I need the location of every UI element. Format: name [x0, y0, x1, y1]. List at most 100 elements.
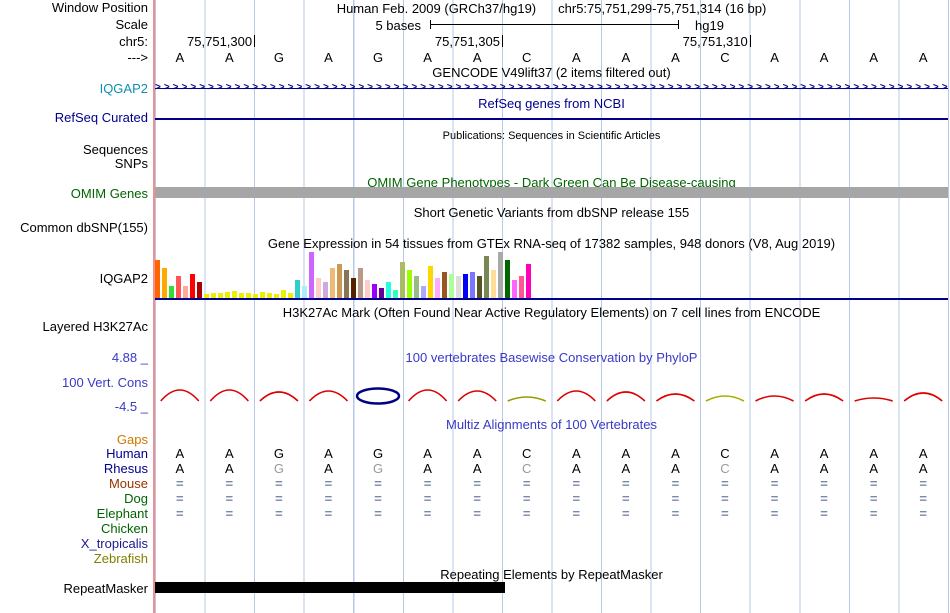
align-elephant-unalignable-16: = — [919, 506, 928, 521]
gtex-bar-5 — [183, 286, 188, 298]
species-label-chicken[interactable]: Chicken — [0, 522, 148, 536]
track-label-gencode-iqgap2[interactable]: IQGAP2 — [0, 82, 148, 96]
scale-assembly: hg19 — [695, 18, 724, 33]
gtex-bar-44 — [456, 276, 461, 298]
track-label-refseq[interactable]: RefSeq Curated — [0, 111, 148, 125]
align-rhesus-base-8: C — [522, 461, 532, 476]
refseq-gene-line[interactable] — [155, 118, 948, 120]
phylop-arc-14 — [804, 393, 844, 402]
omim-gene-bar[interactable] — [155, 187, 948, 198]
align-rhesus-base-1: A — [175, 461, 185, 476]
species-label-rhesus[interactable]: Rhesus — [0, 462, 148, 476]
reference-base-2: A — [225, 50, 234, 65]
gtex-bar-31 — [365, 280, 370, 298]
gtex-bar-54 — [526, 264, 531, 298]
gtex-expression-barchart[interactable] — [155, 252, 948, 298]
track-label-h3k27ac[interactable]: Layered H3K27Ac — [0, 320, 148, 334]
phylop-arc-6 — [407, 389, 448, 402]
align-rhesus-base-4: A — [324, 461, 333, 476]
title-row: Human Feb. 2009 (GRCh37/hg19) chr5:75,75… — [155, 1, 948, 16]
align-mouse-unalignable-3: = — [275, 476, 283, 491]
gtex-track-title[interactable]: Gene Expression in 54 tissues from GTEx … — [155, 237, 948, 251]
align-elephant-unalignable-11: = — [671, 506, 680, 521]
conservation-max-value: 4.88 _ — [111, 350, 148, 365]
track-label-omim[interactable]: OMIM Genes — [0, 187, 148, 201]
dbsnp-track-title[interactable]: Short Genetic Variants from dbSNP releas… — [155, 206, 948, 220]
direction-arrows[interactable]: >>>>>>>>>>>>>>>>>>>>>>>>>>>>>>>>>>>>>>>>… — [155, 82, 948, 94]
species-label-dog[interactable]: Dog — [0, 492, 148, 506]
phylop-arc-15 — [854, 397, 893, 402]
align-human-base-8: C — [522, 446, 532, 461]
multiz-track-title[interactable]: Multiz Alignments of 100 Vertebrates — [155, 418, 948, 432]
gtex-bar-19 — [281, 290, 286, 298]
h3k27ac-track-title[interactable]: H3K27Ac Mark (Often Found Near Active Re… — [155, 306, 948, 320]
align-rhesus-base-10: A — [621, 461, 631, 476]
gtex-bar-6 — [190, 274, 195, 298]
reference-base-16: A — [918, 50, 928, 65]
align-dog-unalignable-8: = — [522, 491, 531, 506]
reference-base-11: A — [671, 50, 680, 65]
gtex-bar-32 — [372, 284, 377, 298]
phylop-arc-9 — [556, 390, 596, 402]
gtex-bar-49 — [491, 270, 496, 298]
repeatmasker-track-title[interactable]: Repeating Elements by RepeatMasker — [155, 568, 948, 582]
gtex-bar-37 — [407, 270, 412, 298]
gtex-bar-22 — [302, 286, 307, 298]
track-label-snps[interactable]: SNPs — [0, 157, 148, 171]
scale-bar — [430, 20, 679, 29]
track-label-repeatmasker[interactable]: RepeatMasker — [0, 582, 148, 596]
species-label-x_tropicalis[interactable]: X_tropicalis — [0, 537, 148, 551]
gtex-bar-1 — [155, 260, 160, 298]
align-mouse-unalignable-14: = — [820, 476, 828, 491]
reference-base-7: A — [472, 50, 482, 65]
window-position-label: Window Position — [51, 0, 148, 15]
species-label-mouse[interactable]: Mouse — [0, 477, 148, 491]
align-elephant-unalignable-3: = — [275, 506, 283, 521]
gtex-bar-23 — [309, 252, 314, 298]
repeatmasker-element-bar[interactable] — [155, 582, 505, 593]
publications-track-title[interactable]: Publications: Sequences in Scientific Ar… — [155, 129, 948, 143]
reference-base-6: A — [423, 50, 432, 65]
phylop-conservation-plot[interactable] — [155, 362, 948, 410]
ruler-coordinate-2: 75,751,305 — [434, 34, 500, 49]
align-mouse-unalignable-9: = — [572, 476, 581, 491]
gtex-bar-53 — [519, 276, 524, 298]
gtex-bar-25 — [323, 282, 328, 298]
align-mouse-unalignable-16: = — [919, 476, 928, 491]
phylop-ellipse-5 — [355, 387, 401, 405]
species-label-gaps[interactable]: Gaps — [0, 433, 148, 447]
align-mouse-unalignable-2: = — [225, 476, 234, 491]
gencode-track-title[interactable]: GENCODE V49lift37 (2 items filtered out) — [155, 66, 948, 80]
species-label-elephant[interactable]: Elephant — [0, 507, 148, 521]
phylop-arc-10 — [606, 391, 646, 402]
reference-base-10: A — [621, 50, 631, 65]
track-label-conservation[interactable]: 100 Vert. Cons — [0, 376, 148, 390]
align-rhesus-base-14: A — [819, 461, 829, 476]
align-human-base-1: A — [175, 446, 185, 461]
align-human-base-12: C — [720, 446, 730, 461]
align-mouse-unalignable-5: = — [374, 476, 382, 491]
align-human-base-3: G — [273, 446, 284, 461]
refseq-track-title[interactable]: RefSeq genes from NCBI — [155, 97, 948, 111]
align-mouse-unalignable-11: = — [671, 476, 680, 491]
align-mouse-unalignable-15: = — [869, 476, 878, 491]
align-mouse-unalignable-12: = — [721, 476, 729, 491]
gtex-bar-51 — [505, 260, 510, 298]
gtex-bar-42 — [442, 272, 447, 298]
phylop-arc-16 — [903, 392, 943, 402]
align-human-base-14: A — [819, 446, 829, 461]
align-elephant-unalignable-13: = — [770, 506, 779, 521]
track-label-gtex-iqgap2[interactable]: IQGAP2 — [0, 272, 148, 286]
species-label-human[interactable]: Human — [0, 447, 148, 461]
phylop-arc-13 — [755, 395, 794, 402]
align-elephant-unalignable-1: = — [175, 506, 184, 521]
species-label-zebrafish[interactable]: Zebrafish — [0, 552, 148, 566]
gtex-bar-21 — [295, 280, 300, 298]
align-dog-unalignable-15: = — [869, 491, 878, 506]
track-label-sequences[interactable]: Sequences — [0, 143, 148, 157]
track-label-dbsnp[interactable]: Common dbSNP(155) — [0, 221, 148, 235]
align-human-base-10: A — [621, 446, 631, 461]
gtex-bar-35 — [393, 290, 398, 298]
align-elephant-unalignable-14: = — [820, 506, 828, 521]
align-rhesus-base-3: G — [273, 461, 284, 476]
